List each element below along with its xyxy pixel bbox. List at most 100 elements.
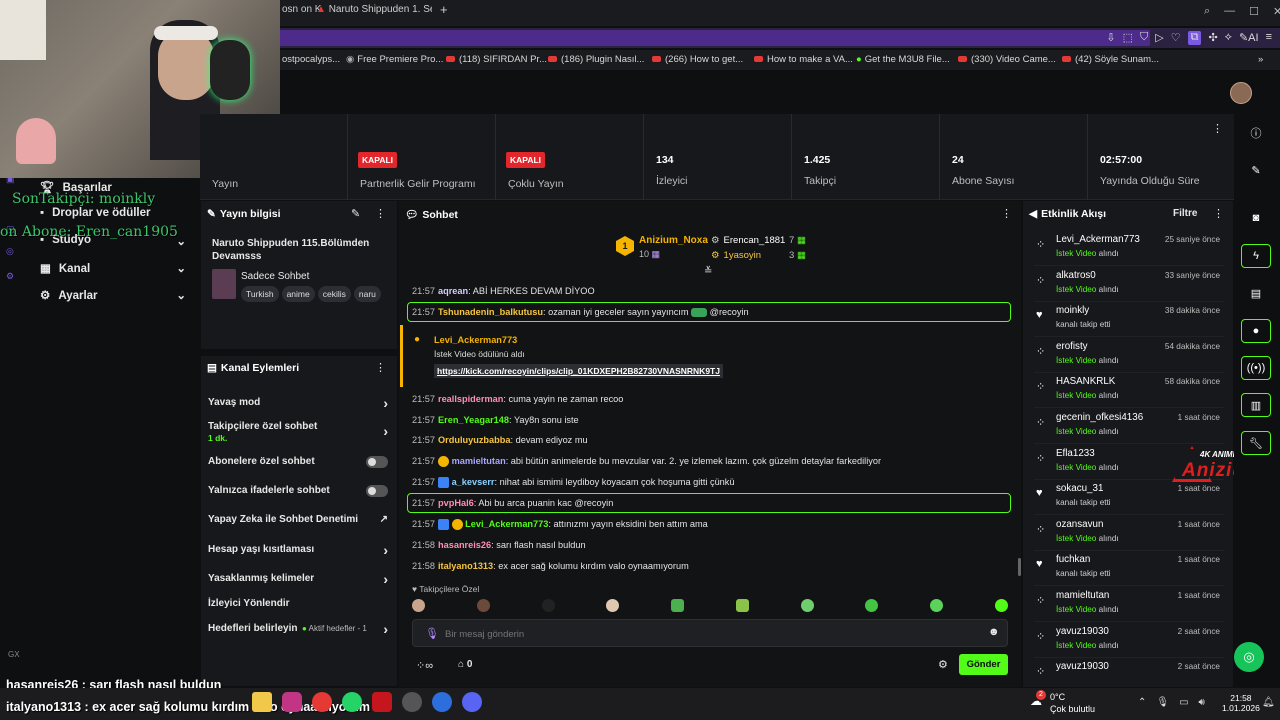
maximize-icon[interactable]: ☐: [1249, 5, 1259, 18]
store-button[interactable]: ⌂ 0: [458, 659, 472, 670]
message-user[interactable]: pvpHal6: [438, 498, 474, 508]
action-followers-only[interactable]: Takipçilere özel sohbet 1 dk. ›: [208, 421, 388, 445]
more-icon[interactable]: ⋮: [375, 207, 386, 220]
tag[interactable]: cekilis: [317, 286, 351, 302]
opera-gx-icon[interactable]: [372, 692, 392, 712]
bookmark-icon[interactable]: ⟡: [1225, 31, 1232, 45]
broadcast-icon[interactable]: ((•)): [1241, 356, 1271, 380]
action-banned-words[interactable]: Yasaklanmış kelimeler ›: [208, 571, 388, 587]
emotes-only-toggle[interactable]: [366, 485, 388, 497]
activity-user[interactable]: moinkly: [1056, 305, 1089, 316]
more-icon[interactable]: ⋮: [1001, 207, 1012, 220]
browser-tab-active[interactable]: ▲ Naruto Shippuden 1. Sezon: [316, 4, 432, 22]
folder-icon[interactable]: [252, 692, 272, 712]
emote[interactable]: [994, 599, 1008, 612]
message-user[interactable]: aqrean: [438, 286, 468, 296]
chat-scrollbar[interactable]: [1018, 558, 1021, 576]
discord-icon[interactable]: [462, 692, 482, 712]
emote[interactable]: [606, 599, 620, 612]
action-account-age[interactable]: Hesap yaşı kısıtlaması ›: [208, 542, 388, 558]
emote[interactable]: [865, 599, 879, 612]
settings-icon[interactable]: ⚙: [6, 271, 14, 282]
activity-user[interactable]: sokacu_31: [1056, 483, 1103, 494]
emote[interactable]: [800, 599, 814, 612]
action-slow-mode[interactable]: Yavaş mod ›: [208, 395, 388, 411]
emote[interactable]: [476, 599, 490, 612]
chat-settings-icon[interactable]: ⚙: [938, 658, 948, 671]
network-icon[interactable]: ▭: [1179, 697, 1188, 708]
activity-user[interactable]: HASANKRLK: [1056, 376, 1115, 387]
app-icon[interactable]: [432, 692, 452, 712]
leader-first-name[interactable]: Anizium_Noxa: [639, 235, 708, 246]
activity-user[interactable]: mamieltutan: [1056, 590, 1109, 601]
action-goals[interactable]: Hedefleri belirleyin ● Aktif hedefler - 1…: [208, 621, 388, 637]
pencil-icon[interactable]: ✎: [1241, 158, 1271, 182]
extension-icon[interactable]: ⧉: [1187, 31, 1202, 45]
activity-user[interactable]: gecenin_ofkesi4136: [1056, 412, 1143, 423]
nav-drops[interactable]: ▪ Droplar ve ödüller: [40, 207, 151, 219]
activity-user[interactable]: fuchkan: [1056, 554, 1090, 565]
message-user[interactable]: hasanreis26: [438, 540, 491, 550]
message-user[interactable]: a_kevserr: [452, 477, 495, 487]
emote[interactable]: [541, 599, 555, 612]
message-user[interactable]: italyano1313: [438, 561, 493, 571]
user-avatar[interactable]: [1230, 82, 1252, 104]
bookmark-item[interactable]: (186) Plugin Nasıl...: [548, 54, 644, 65]
bookmark-item[interactable]: (330) Video Came...: [958, 54, 1056, 65]
message-user[interactable]: Orduluyuzbabba: [438, 435, 510, 445]
edit-icon[interactable]: ✎: [351, 207, 360, 220]
chat-bubble-icon[interactable]: ●: [1241, 319, 1271, 343]
more-icon[interactable]: ⋮: [375, 361, 386, 374]
emote[interactable]: [671, 599, 685, 612]
menu-icon[interactable]: ≡: [1266, 31, 1272, 45]
activity-user[interactable]: Efla1233: [1056, 448, 1095, 459]
bookmark-item[interactable]: ● Get the M3U8 File...: [856, 54, 950, 65]
screenshot-icon[interactable]: ⬚: [1123, 31, 1133, 45]
collapse-leaderboard-icon[interactable]: ≚: [704, 266, 712, 277]
activity-user[interactable]: Levi_Ackerman773: [1056, 234, 1140, 245]
bookmark-item[interactable]: (42) Söyle Sunam...: [1062, 54, 1159, 65]
whatsapp-icon[interactable]: [342, 692, 362, 712]
new-tab-button[interactable]: +: [440, 2, 448, 20]
more-icon[interactable]: ⋮: [1212, 122, 1223, 135]
tag[interactable]: anime: [281, 286, 315, 302]
redeem-link[interactable]: https://kick.com/recoyin/clips/clip_01KD…: [434, 364, 723, 378]
microphone-icon[interactable]: 🎙︎: [425, 627, 439, 640]
send-button[interactable]: Gönder: [959, 654, 1008, 675]
points-button[interactable]: ⁘∞: [416, 659, 433, 672]
more-icon[interactable]: ⋮: [1213, 207, 1224, 220]
message-user[interactable]: reallspiderman: [438, 394, 503, 404]
leader-second[interactable]: ⚙ Erencan_1881: [711, 235, 785, 246]
volume-icon[interactable]: 🔊︎: [1199, 697, 1205, 708]
search-tabs-icon[interactable]: ⌕: [1204, 5, 1210, 18]
more-bookmarks-icon[interactable]: »: [1258, 54, 1263, 65]
wrench-icon[interactable]: 🔧︎: [1241, 431, 1271, 455]
tag[interactable]: naru: [353, 286, 381, 302]
microphone-icon[interactable]: 🎙︎: [1156, 697, 1169, 708]
nav-settings[interactable]: ⚙ Ayarlar ⌄: [40, 288, 190, 302]
obs-icon[interactable]: [402, 692, 422, 712]
activity-user[interactable]: alkatros0: [1056, 270, 1096, 281]
play-icon[interactable]: ▷: [1155, 31, 1163, 45]
message-user[interactable]: mamieltutan: [452, 456, 506, 466]
ai-button[interactable]: ✎AI: [1239, 31, 1259, 45]
puzzle-icon[interactable]: ✣: [1208, 31, 1217, 45]
bookmark-item[interactable]: ◉ Free Premiere Pro...: [346, 54, 443, 65]
action-raid[interactable]: İzleyici Yönlendir: [208, 598, 388, 612]
tag[interactable]: Turkish: [241, 286, 279, 302]
minimize-icon[interactable]: —: [1224, 5, 1235, 18]
chat-input[interactable]: [445, 626, 965, 642]
action-ai-moderation[interactable]: Yapay Zeka ile Sohbet Denetimi ↗: [208, 514, 388, 528]
notifications-icon[interactable]: 🔔︎: [1262, 697, 1275, 708]
clock[interactable]: 21:58 1.01.2026: [1222, 693, 1260, 713]
discord-icon[interactable]: ◎: [6, 246, 14, 257]
bookmark-item[interactable]: (266) How to get...: [652, 54, 743, 65]
address-bar[interactable]: [270, 30, 1150, 46]
document-icon[interactable]: ▤: [1241, 281, 1271, 305]
nav-channel[interactable]: ▦ Kanal ⌄: [40, 261, 190, 275]
download-icon[interactable]: ⇩: [1106, 31, 1115, 45]
app-icon[interactable]: [312, 692, 332, 712]
message-user[interactable]: Tshunadenin_balkutusu: [438, 307, 543, 317]
redeem-user[interactable]: Levi_Ackerman773: [434, 335, 517, 345]
activity-user[interactable]: ozansavun: [1056, 519, 1103, 530]
